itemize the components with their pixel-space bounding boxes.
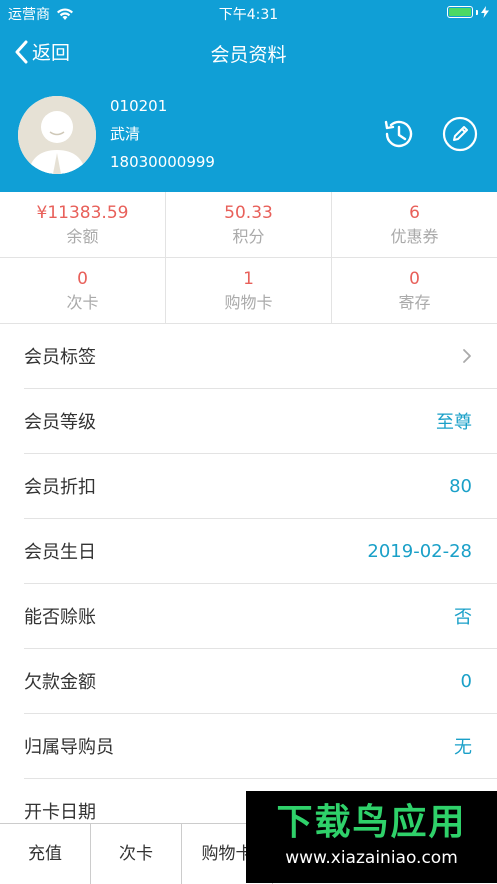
row-label: 归属导购员: [24, 737, 114, 758]
row-member-discount[interactable]: 会员折扣 80: [24, 454, 497, 519]
stat-balance[interactable]: ¥11383.59 余额: [0, 192, 166, 257]
stat-label: 购物卡: [224, 292, 273, 312]
stat-value: ¥11383.59: [36, 202, 129, 223]
row-debt-amount[interactable]: 欠款金额 0: [24, 649, 497, 714]
edit-pencil-icon: [442, 116, 478, 152]
member-id: 010201: [110, 97, 168, 115]
status-time: 下午4:31: [218, 7, 279, 23]
avatar-person-icon: [18, 96, 96, 174]
nav-bar: 返回 会员资料: [0, 30, 497, 74]
member-header: 运营商 下午4:31 返回 会员资料 010201 武清 18030000999: [0, 0, 497, 192]
watermark-title: 下载鸟应用: [276, 802, 467, 843]
charging-bolt-icon: [481, 6, 489, 18]
member-phone: 18030000999: [110, 153, 215, 171]
row-label: 开卡日期: [24, 802, 96, 823]
member-detail-list: 会员标签 会员等级 至尊 会员折扣 80 会员生日 2019-02-28 能否赊…: [0, 324, 497, 844]
history-clock-icon: [384, 120, 413, 148]
stat-value: 50.33: [224, 202, 273, 223]
row-value: 0: [460, 670, 472, 692]
recharge-button[interactable]: 充值: [0, 824, 91, 884]
row-value: 2019-02-28: [367, 540, 472, 562]
row-value: 无: [454, 737, 472, 758]
stat-times-card[interactable]: 0 次卡: [0, 258, 166, 323]
stat-coupons[interactable]: 6 优惠券: [332, 192, 497, 257]
stats-row-1: ¥11383.59 余额 50.33 积分 6 优惠券: [0, 192, 497, 258]
history-button[interactable]: [380, 115, 418, 153]
profile-info: 010201 武清 18030000999: [110, 92, 215, 176]
row-label: 会员标签: [24, 347, 96, 368]
stat-storage[interactable]: 0 寄存: [332, 258, 497, 323]
row-label: 会员折扣: [24, 477, 96, 498]
row-label: 欠款金额: [24, 672, 96, 693]
edit-button[interactable]: [441, 115, 479, 153]
stat-label: 余额: [66, 226, 99, 246]
row-member-tags[interactable]: 会员标签: [24, 324, 497, 389]
row-member-level[interactable]: 会员等级 至尊: [24, 389, 497, 454]
watermark-url: www.xiazainiao.com: [285, 848, 458, 868]
watermark-overlay: 下载鸟应用 www.xiazainiao.com: [246, 791, 497, 883]
stat-label: 优惠券: [390, 226, 439, 246]
stats-row-2: 0 次卡 1 购物卡 0 寄存: [0, 258, 497, 324]
row-value: 80: [449, 475, 472, 497]
chevron-right-icon: [463, 349, 471, 363]
row-label: 会员生日: [24, 542, 96, 563]
row-label: 会员等级: [24, 412, 96, 433]
battery-icon: [447, 6, 489, 18]
stat-label: 寄存: [398, 292, 431, 312]
stat-points[interactable]: 50.33 积分: [166, 192, 332, 257]
status-bar: 运营商 下午4:31: [0, 0, 497, 26]
stats-grid: ¥11383.59 余额 50.33 积分 6 优惠券 0 次卡 1 购物卡 0…: [0, 192, 497, 324]
stat-value: 6: [409, 202, 420, 223]
row-value: 否: [454, 607, 472, 628]
avatar: [18, 96, 96, 174]
page-title: 会员资料: [210, 44, 287, 66]
stat-shopping-card[interactable]: 1 购物卡: [166, 258, 332, 323]
stat-value: 0: [409, 268, 420, 289]
stat-label: 次卡: [66, 292, 99, 312]
row-label: 能否赊账: [24, 607, 96, 628]
stat-label: 积分: [232, 226, 265, 246]
row-value: 至尊: [436, 412, 472, 433]
member-name: 武清: [110, 125, 141, 143]
stat-value: 0: [77, 268, 88, 289]
row-member-birthday[interactable]: 会员生日 2019-02-28: [24, 519, 497, 584]
row-allow-credit[interactable]: 能否赊账 否: [24, 584, 497, 649]
stat-value: 1: [243, 268, 254, 289]
times-card-button[interactable]: 次卡: [91, 824, 182, 884]
row-sales-guide[interactable]: 归属导购员 无: [24, 714, 497, 779]
